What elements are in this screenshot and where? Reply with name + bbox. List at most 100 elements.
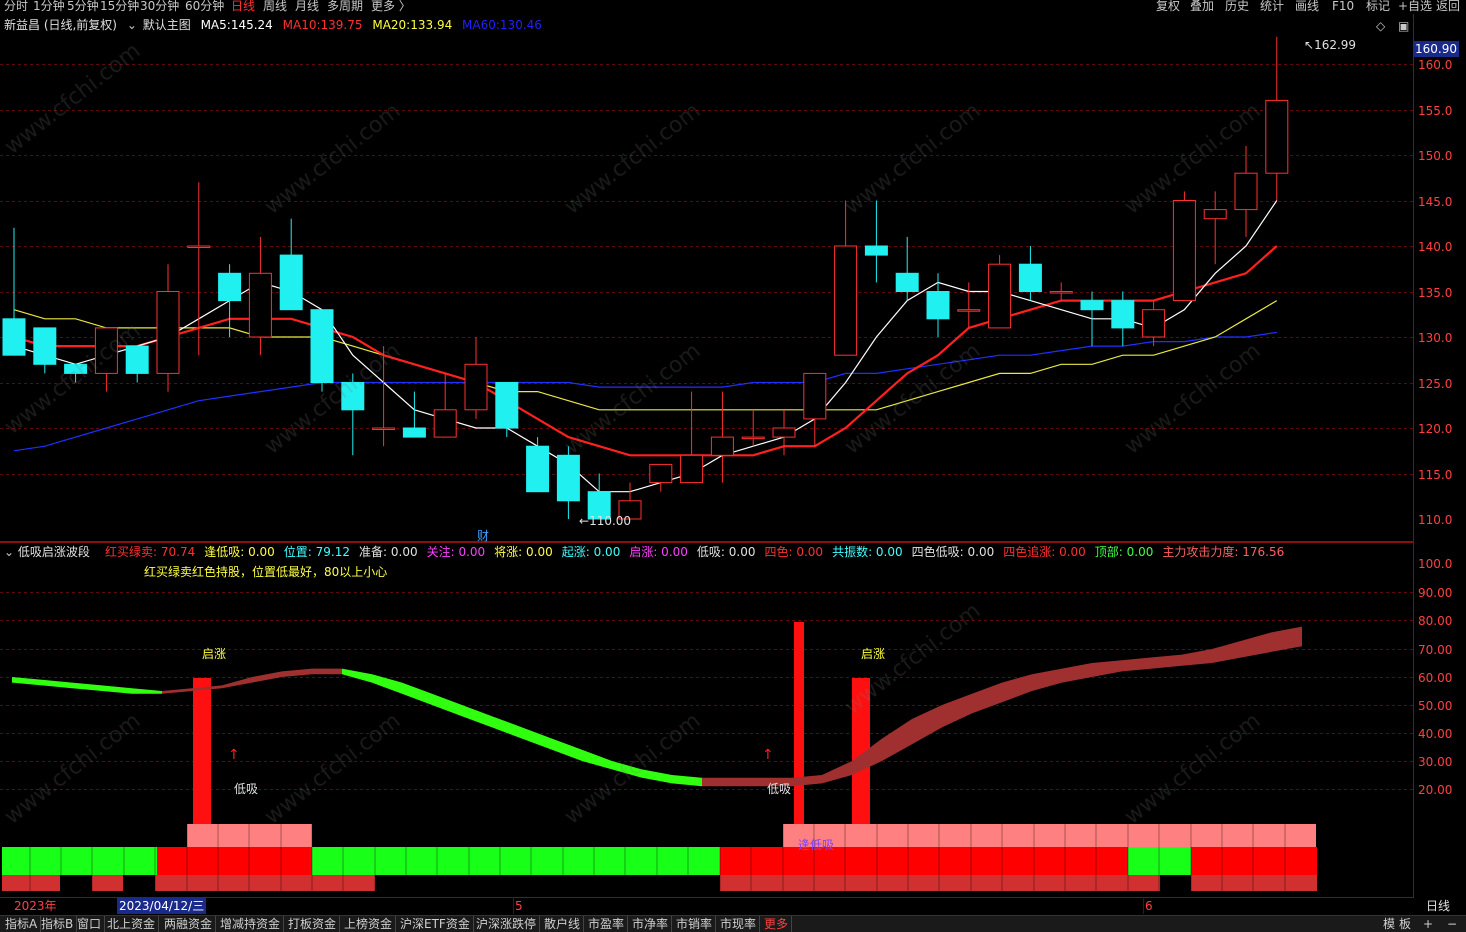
price-tick: 125.0	[1418, 377, 1453, 391]
tab-margin-funds[interactable]: 两融资金	[161, 916, 217, 932]
wave-segment	[882, 719, 912, 761]
candle[interactable]	[864, 200, 888, 283]
candle[interactable]	[464, 337, 488, 419]
candle[interactable]	[1234, 145, 1258, 237]
candle[interactable]	[218, 264, 242, 337]
high-price-label: ↖162.99	[1304, 38, 1357, 52]
candle[interactable]	[310, 309, 334, 392]
tab-more[interactable]: 更多	[761, 916, 793, 932]
history-button[interactable]: 历史	[1225, 0, 1249, 14]
period-tab-60min[interactable]: 60分钟	[185, 0, 224, 14]
stats-button[interactable]: 统计	[1260, 0, 1284, 14]
board-button[interactable]: 板	[1396, 916, 1414, 932]
add-watchlist-button[interactable]: +自选	[1398, 0, 1432, 14]
candle[interactable]	[372, 346, 396, 447]
ma60-line	[13, 331, 1277, 452]
candle[interactable]	[402, 391, 426, 438]
f10-button[interactable]: F10	[1332, 0, 1354, 14]
candle-body	[248, 272, 272, 338]
wave-segment	[372, 674, 402, 694]
period-tab-monthly[interactable]: 月线	[295, 0, 319, 14]
indicator-value: 准备: 0.00	[359, 545, 418, 559]
tab-north-funds[interactable]: 北上资金	[104, 916, 160, 932]
financial-report-marker[interactable]: 财	[477, 528, 489, 544]
candle[interactable]	[680, 391, 704, 484]
tab-pcf[interactable]: 市现率	[717, 916, 761, 932]
candle[interactable]	[1203, 191, 1227, 265]
candle[interactable]	[926, 273, 950, 337]
candle[interactable]	[710, 391, 734, 483]
candle[interactable]	[64, 363, 88, 383]
candle[interactable]	[156, 264, 180, 392]
indicator-value: 位置: 79.12	[283, 545, 351, 559]
candle[interactable]	[33, 327, 57, 374]
period-tab-30min[interactable]: 30分钟	[140, 0, 179, 14]
candle[interactable]	[248, 236, 272, 356]
back-button[interactable]: 返回	[1436, 0, 1460, 14]
tab-retail-line[interactable]: 散户线	[541, 916, 585, 932]
candle[interactable]	[649, 463, 673, 492]
mark-button[interactable]: 标记	[1366, 0, 1390, 14]
tab-indicator-a[interactable]: 指标A	[2, 916, 42, 932]
candle[interactable]	[1018, 246, 1042, 301]
period-tab-15min[interactable]: 15分钟	[100, 0, 139, 14]
fuquan-button[interactable]: 复权	[1156, 0, 1180, 14]
candle[interactable]	[279, 218, 303, 311]
candle[interactable]	[803, 372, 827, 447]
signal-dixi: 低吸	[234, 782, 259, 796]
candle[interactable]	[556, 446, 580, 519]
candle[interactable]	[495, 382, 519, 438]
period-tab-multi[interactable]: 多周期	[327, 0, 363, 14]
tab-dragon-tiger[interactable]: 上榜资金	[341, 916, 397, 932]
candle-body	[1080, 300, 1104, 311]
period-tab-weekly[interactable]: 周线	[263, 0, 287, 14]
candle[interactable]	[1172, 191, 1196, 302]
tab-pe[interactable]: 市盈率	[585, 916, 629, 932]
candle[interactable]	[895, 236, 919, 301]
tab-limit-up-funds[interactable]: 打板资金	[285, 916, 341, 932]
sub-dropdown-icon[interactable]: ⌄	[4, 545, 14, 559]
indicator-values: 红买绿卖: 70.74 逢低吸: 0.00 位置: 79.12 准备: 0.00 关注:…	[105, 544, 1293, 560]
candle[interactable]	[1049, 282, 1073, 301]
period-tab-fenshi[interactable]: 分时	[4, 0, 28, 14]
zoom-in-button[interactable]: +	[1420, 916, 1436, 932]
wave-segment	[522, 727, 552, 750]
tab-window[interactable]: 窗口	[74, 916, 106, 932]
sub-tick: 80.00	[1418, 614, 1453, 628]
price-tick: 155.0	[1418, 104, 1453, 118]
candle[interactable]	[834, 200, 858, 356]
tab-ps[interactable]: 市销率	[673, 916, 717, 932]
candle[interactable]	[341, 373, 365, 456]
candle-body	[125, 345, 149, 374]
tab-holding-change[interactable]: 增减持资金	[217, 916, 285, 932]
candle[interactable]	[741, 409, 765, 447]
price-tick: 130.0	[1418, 331, 1453, 345]
candle[interactable]	[1265, 36, 1289, 201]
candle[interactable]	[988, 255, 1012, 329]
period-tab-more[interactable]: 更多 〉	[371, 0, 411, 14]
candle[interactable]	[125, 345, 149, 383]
indicator-chart[interactable]: ↑ ↑ ☝ ☝ ☝	[0, 560, 1413, 896]
period-tab-5min[interactable]: 5分钟	[67, 0, 99, 14]
wave-segment	[492, 716, 522, 739]
price-tick: 120.0	[1418, 422, 1453, 436]
period-tab-1min[interactable]: 1分钟	[33, 0, 65, 14]
indicator-value: 起涨: 0.00	[561, 545, 621, 559]
candle[interactable]	[1142, 300, 1166, 347]
period-tab-daily[interactable]: 日线	[231, 0, 255, 14]
indicator-name[interactable]: 低吸启涨波段	[18, 545, 90, 559]
tab-pb[interactable]: 市净率	[629, 916, 673, 932]
tab-limit-stats[interactable]: 沪深涨跌停	[473, 916, 541, 932]
zoom-out-button[interactable]: −	[1444, 916, 1460, 932]
candle[interactable]	[94, 327, 118, 392]
period-indicator[interactable]: 日线	[1426, 898, 1450, 914]
wave-segment	[612, 761, 642, 778]
tab-indicator-b[interactable]: 指标B	[38, 916, 78, 932]
draw-line-button[interactable]: 画线	[1295, 0, 1319, 14]
candle[interactable]	[2, 227, 26, 356]
tab-etf-funds[interactable]: 沪深ETF资金	[397, 916, 474, 932]
overlay-button[interactable]: 叠加	[1190, 0, 1214, 14]
candle[interactable]	[526, 437, 550, 493]
date-axis: 2023年 2023/04/12/三 5 6	[0, 897, 1413, 915]
candlestick-chart[interactable]	[0, 30, 1413, 540]
